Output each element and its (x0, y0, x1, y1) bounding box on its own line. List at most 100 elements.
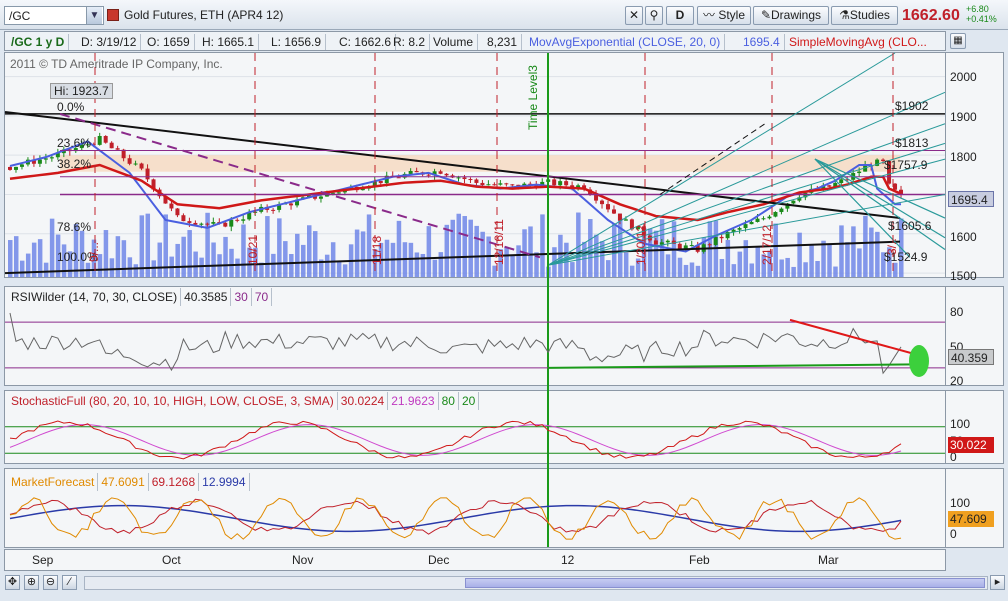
candle-body (498, 183, 503, 185)
volume-bar (295, 233, 300, 277)
volume-bar (815, 261, 820, 277)
zoom-out-icon[interactable]: ⊖ (43, 575, 58, 590)
candle-body (857, 171, 862, 174)
stoch-current-label: 30.022 (948, 437, 994, 453)
candle-body (462, 177, 467, 180)
candle-body (37, 159, 42, 164)
candle-body (145, 168, 150, 180)
volume-bar (653, 230, 659, 277)
volume-bar (25, 253, 31, 277)
volume-bar (396, 220, 402, 277)
volume-bar (725, 239, 731, 277)
rsi-header: RSIWilder (14, 70, 30, CLOSE) 40.3585 30 70 (8, 288, 273, 306)
volume-bar (133, 264, 139, 277)
rsi-highlight-marker (909, 345, 929, 377)
candle-body (133, 163, 138, 165)
candle-body (336, 192, 341, 194)
volume-bar (193, 251, 198, 277)
volume-bar (540, 214, 545, 277)
candle-body (510, 184, 515, 186)
candle-body (97, 135, 102, 145)
volume-bar (516, 245, 521, 277)
volume-bar (43, 262, 49, 277)
volume-bar (19, 260, 25, 277)
volume-bar (869, 227, 874, 277)
volume-bar (235, 258, 240, 277)
volume-bar (175, 243, 180, 277)
candle-body (468, 179, 473, 181)
volume-bar (558, 234, 563, 277)
candle-body (600, 200, 605, 205)
candle-body (480, 182, 485, 186)
high-label: Hi: 1923.7 (50, 83, 113, 99)
candle-body (205, 223, 210, 225)
volume-bar (809, 244, 814, 277)
volume-bar (205, 212, 210, 277)
scroll-right-icon[interactable]: ▸ (990, 575, 1005, 590)
volume-bar (785, 257, 790, 277)
rsi-oversold: 30 (231, 288, 252, 306)
candle-body (564, 181, 569, 186)
candle-body (653, 240, 658, 245)
volume-bar (265, 216, 270, 277)
scrollbar-thumb[interactable] (465, 578, 985, 588)
x-label-mar: Mar (818, 553, 839, 567)
candle-body (558, 181, 563, 186)
price-level-1605: $1605.6 (888, 219, 932, 233)
candle-body (271, 209, 276, 211)
date-marker-5: 2/17/12 (760, 224, 774, 265)
volume-bar (181, 236, 186, 277)
zoom-in-icon[interactable]: ⊕ (24, 575, 39, 590)
time-scrollbar[interactable] (84, 576, 988, 590)
volume-bar (223, 236, 228, 277)
price-tick: 1800 (950, 150, 977, 164)
forecast-title[interactable]: MarketForecast (8, 473, 99, 491)
line-tool-icon[interactable]: ∕ (62, 575, 77, 590)
candle-body (737, 228, 742, 230)
candle-body (617, 213, 622, 221)
candle-body (779, 208, 784, 213)
volume-bar (199, 257, 204, 277)
volume-bar (839, 225, 844, 277)
candle-body (396, 177, 401, 179)
volume-bar (773, 223, 778, 277)
candle-body (606, 204, 610, 210)
chart-window: /GC ▼ Gold Futures, ETH (APR4 12) ✕ ⚲ D … (0, 0, 1008, 601)
volume-bar (336, 262, 342, 277)
candle-body (623, 219, 628, 221)
candle-body (43, 158, 48, 160)
volume-bar (115, 236, 121, 277)
fib-level-3: 78.6% (57, 220, 92, 234)
candle-body (839, 179, 844, 184)
volume-bar (576, 212, 581, 277)
volume-bar (301, 244, 306, 277)
candle-body (791, 200, 796, 204)
volume-bar (462, 216, 467, 277)
volume-bar (803, 262, 808, 277)
rsi-title[interactable]: RSIWilder (14, 70, 30, CLOSE) (8, 288, 182, 306)
volume-bar (342, 264, 348, 277)
volume-bar (683, 264, 689, 277)
volume-bar (307, 225, 312, 277)
volume-bar (384, 239, 390, 277)
forecast-v2: 69.1268 (149, 473, 200, 491)
stoch-title[interactable]: StochasticFull (80, 20, 10, 10, HIGH, LO… (8, 392, 338, 410)
volume-bar (857, 248, 862, 277)
stoch-k: 30.0224 (338, 392, 389, 410)
volume-bar (791, 266, 796, 277)
candle-body (767, 216, 772, 219)
candle-body (223, 222, 228, 227)
date-marker-7: 3/.. (885, 238, 899, 255)
candle-body (235, 219, 240, 221)
pan-icon[interactable]: ✥ (5, 575, 20, 590)
candle-body (13, 166, 18, 170)
volume-bar (360, 231, 366, 277)
volume-bar (157, 242, 162, 277)
candle-body (444, 173, 449, 176)
stoch-header: StochasticFull (80, 20, 10, 10, HIGH, LO… (8, 392, 480, 410)
volume-bar (474, 225, 479, 277)
volume-bar (109, 258, 115, 277)
x-label-dec: Dec (428, 553, 450, 567)
volume-bar (13, 236, 19, 277)
x-label-feb: Feb (689, 553, 710, 567)
